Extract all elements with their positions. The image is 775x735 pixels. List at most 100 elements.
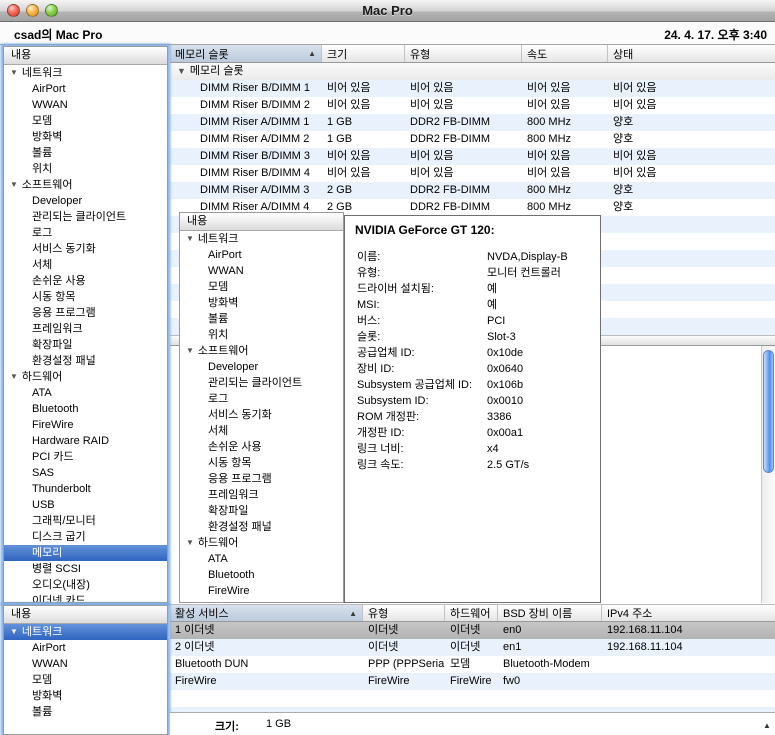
sidebar-item[interactable]: 서비스 동기화 [4,241,167,257]
sidebar-item[interactable]: 위치 [180,327,343,343]
table-row[interactable]: 2 이더넷이더넷이더넷en1192.168.11.104 [170,639,775,656]
sidebar-item[interactable]: SAS [4,465,167,481]
sidebar-item[interactable]: 시동 항목 [4,289,167,305]
sidebar-item[interactable]: ▼하드웨어 [180,535,343,551]
sidebar-item[interactable]: 이더넷 카드 [4,593,167,603]
disclosure-triangle-icon[interactable]: ▼ [10,177,18,193]
column-header[interactable]: 하드웨어 [445,605,498,621]
table-row[interactable]: FireWireFireWireFireWirefw0 [170,673,775,690]
sidebar-item[interactable]: 디스크 굽기 [4,529,167,545]
table-row[interactable]: Bluetooth DUNPPP (PPPSerial)모뎀Bluetooth-… [170,656,775,673]
vertical-scrollbar[interactable] [761,346,775,603]
disclosure-triangle-icon[interactable]: ▼ [186,343,194,359]
table-row[interactable]: 1 이더넷이더넷이더넷en0192.168.11.104 [170,622,775,639]
sidebar-header[interactable]: 내용 [180,213,343,231]
sidebar-item[interactable]: Bluetooth [180,567,343,583]
table-group-row[interactable]: ▼메모리 슬롯 [170,63,775,80]
disclosure-triangle-icon[interactable]: ▼ [10,65,18,81]
table-row[interactable]: DIMM Riser B/DIMM 1비어 있음비어 있음비어 있음비어 있음 [170,80,775,97]
sidebar-item[interactable]: AirPort [4,81,167,97]
sidebar-item[interactable]: 환경설정 패널 [180,519,343,535]
column-header[interactable]: IPv4 주소 [602,605,775,621]
sidebar-item[interactable]: 손쉬운 사용 [180,439,343,455]
table-row[interactable]: DIMM Riser A/DIMM 21 GBDDR2 FB-DIMM800 M… [170,131,775,148]
sidebar-item[interactable]: ▼네트워크 [4,624,167,640]
sidebar-item[interactable]: 방화벽 [4,688,167,704]
sidebar-item[interactable]: WWAN [180,263,343,279]
column-header[interactable]: 크기 [322,45,405,62]
column-header[interactable]: 활성 서비스▲ [170,605,363,621]
disclosure-triangle-icon[interactable]: ▼ [10,369,18,385]
sidebar-item[interactable]: 관리되는 클라이언트 [4,209,167,225]
sidebar-item[interactable]: AirPort [4,640,167,656]
sidebar-item[interactable]: WWAN [4,97,167,113]
sidebar-item[interactable]: 방화벽 [4,129,167,145]
sidebar-item[interactable]: 프레임워크 [180,487,343,503]
scrollbar-thumb[interactable] [763,350,774,473]
sidebar-item[interactable]: 병렬 SCSI [4,561,167,577]
sidebar-item[interactable]: Hardware RAID [4,433,167,449]
column-header[interactable]: 메모리 슬롯▲ [170,45,322,62]
sidebar-item[interactable]: 볼륨 [4,704,167,720]
table-row[interactable]: DIMM Riser B/DIMM 4비어 있음비어 있음비어 있음비어 있음 [170,165,775,182]
table-row[interactable]: DIMM Riser A/DIMM 32 GBDDR2 FB-DIMM800 M… [170,182,775,199]
disclosure-triangle-icon[interactable]: ▼ [186,535,194,551]
sidebar-item[interactable]: 손쉬운 사용 [4,273,167,289]
sidebar-item[interactable]: 시동 항목 [180,455,343,471]
sidebar-item[interactable]: Developer [4,193,167,209]
column-header[interactable]: 유형 [363,605,445,621]
sidebar-item[interactable]: 모뎀 [4,113,167,129]
scroll-up-arrow-icon[interactable]: ▲ [761,719,773,733]
sidebar-item[interactable]: 관리되는 클라이언트 [180,375,343,391]
sidebar-item[interactable]: 응용 프로그램 [180,471,343,487]
sidebar-item[interactable]: 서체 [180,423,343,439]
disclosure-triangle-icon[interactable]: ▼ [186,231,194,247]
sidebar-item[interactable]: 그래픽/모니터 [4,513,167,529]
sidebar-item[interactable]: USB [4,497,167,513]
sidebar-item[interactable]: Thunderbolt [4,481,167,497]
sidebar-header[interactable]: 내용 [4,606,167,624]
sidebar-item[interactable]: 방화벽 [180,295,343,311]
sidebar-item[interactable]: ▼네트워크 [4,65,167,81]
sidebar-item[interactable]: ▼네트워크 [180,231,343,247]
sidebar-item[interactable]: 볼륨 [180,311,343,327]
table-row[interactable]: DIMM Riser B/DIMM 3비어 있음비어 있음비어 있음비어 있음 [170,148,775,165]
table-row[interactable]: DIMM Riser A/DIMM 11 GBDDR2 FB-DIMM800 M… [170,114,775,131]
sidebar-item[interactable]: 볼륨 [4,145,167,161]
sidebar-item[interactable]: 모뎀 [4,672,167,688]
column-header[interactable]: 상태 [608,45,775,62]
sidebar-item[interactable]: 프레임워크 [4,321,167,337]
sidebar-item[interactable]: 모뎀 [180,279,343,295]
column-header[interactable]: BSD 장비 이름 [498,605,602,621]
sidebar-item[interactable]: Developer [180,359,343,375]
sidebar-item[interactable]: ▼하드웨어 [4,369,167,385]
sidebar-item[interactable]: 확장파일 [180,503,343,519]
sidebar-item[interactable]: 로그 [4,225,167,241]
sidebar-item[interactable]: FireWire [4,417,167,433]
table-row[interactable] [170,690,775,707]
sidebar-item[interactable]: 응용 프로그램 [4,305,167,321]
sidebar-item[interactable]: 서비스 동기화 [180,407,343,423]
sidebar-item[interactable]: 메모리 [4,545,167,561]
sidebar-item[interactable]: Bluetooth [4,401,167,417]
sidebar-item[interactable]: 위치 [4,161,167,177]
sidebar-item[interactable]: ATA [4,385,167,401]
sidebar-header[interactable]: 내용 [4,47,167,65]
table-row[interactable]: DIMM Riser B/DIMM 2비어 있음비어 있음비어 있음비어 있음 [170,97,775,114]
sidebar-item[interactable]: ATA [180,551,343,567]
sidebar-item[interactable]: 로그 [180,391,343,407]
sidebar-item[interactable]: PCI 카드 [4,449,167,465]
window-titlebar[interactable]: Mac Pro [0,0,775,22]
sidebar-item[interactable]: ▼소프트웨어 [180,343,343,359]
sidebar-item[interactable]: FireWire [180,583,343,599]
sidebar-item[interactable]: 오디오(내장) [4,577,167,593]
sidebar-item[interactable]: WWAN [4,656,167,672]
column-header[interactable]: 속도 [522,45,608,62]
disclosure-triangle-icon[interactable]: ▼ [177,63,186,80]
column-header[interactable]: 유형 [405,45,522,62]
sidebar-item[interactable]: AirPort [180,247,343,263]
disclosure-triangle-icon[interactable]: ▼ [10,624,18,640]
sidebar-item[interactable]: ▼소프트웨어 [4,177,167,193]
sidebar-item[interactable]: 환경설정 패널 [4,353,167,369]
sidebar-item[interactable]: 확장파일 [4,337,167,353]
